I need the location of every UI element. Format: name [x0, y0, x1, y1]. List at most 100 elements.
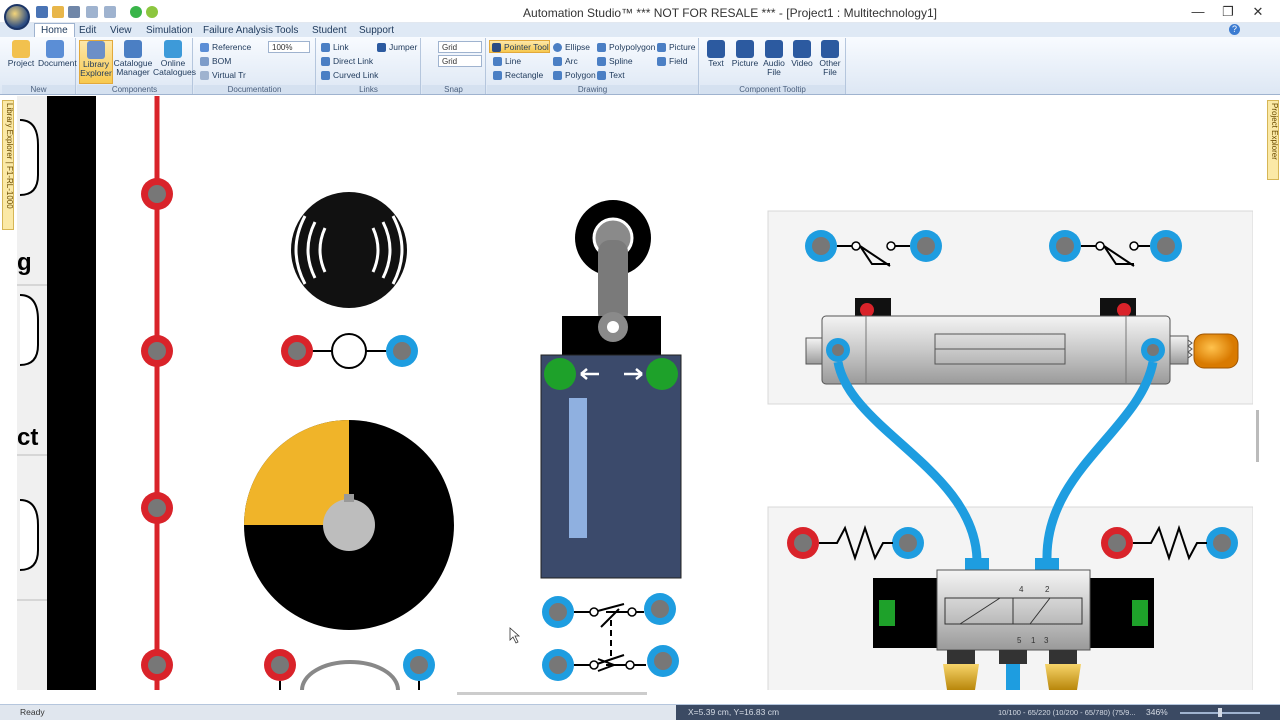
arc-button[interactable]: Arc [551, 55, 578, 68]
open-icon[interactable] [52, 6, 64, 18]
library-symbol-2[interactable] [19, 294, 39, 366]
curved-link-button[interactable]: Curved Link [319, 69, 378, 82]
scroll-thumb[interactable] [457, 692, 647, 695]
document-icon [46, 40, 64, 58]
group-title-component-tooltip: Component Tooltip [700, 85, 845, 94]
library-explorer-side-tab[interactable]: Library Explorer | F1-RL-1000 [2, 100, 14, 230]
project-explorer-side-tab[interactable]: Project Explorer [1267, 100, 1279, 180]
red-port[interactable] [141, 492, 173, 524]
red-port[interactable] [141, 178, 173, 210]
library-explorer-button[interactable]: Library Explorer [79, 40, 113, 84]
proximity-sensor[interactable] [291, 192, 407, 308]
mouse-cursor-icon [509, 627, 521, 644]
group-drawing: Pointer Tool Ellipse Polypolygon Picture… [487, 38, 699, 94]
limit-switch[interactable] [540, 200, 682, 579]
zoom-slider-thumb[interactable] [1218, 708, 1222, 717]
print-icon[interactable] [68, 6, 80, 18]
polygon-icon [553, 71, 562, 80]
line-button[interactable]: Line [491, 55, 521, 68]
undo-icon[interactable] [86, 6, 98, 18]
bottom-contact[interactable] [264, 649, 435, 690]
library-symbol-1[interactable] [19, 119, 39, 196]
tooltip-picture-button[interactable]: Picture [730, 40, 760, 84]
field-icon [657, 57, 666, 66]
catalogue-manager-button[interactable]: Catalogue Manager [113, 40, 153, 84]
document-button[interactable]: Document [38, 40, 77, 84]
link-icon [321, 43, 330, 52]
svg-text:5: 5 [1017, 636, 1022, 645]
tab-simulation[interactable]: Simulation [140, 24, 199, 37]
library-symbol-3[interactable] [19, 499, 39, 571]
group-components: Library Explorer Catalogue Manager Onlin… [77, 38, 197, 94]
polygon-button[interactable]: Polygon [551, 69, 596, 82]
link-button[interactable]: Link [319, 41, 349, 54]
virtual-icon [200, 71, 209, 80]
contact-element[interactable] [281, 333, 418, 369]
tooltip-other-file-button[interactable]: Other File [816, 40, 844, 84]
group-title-drawing: Drawing [487, 85, 698, 94]
pointer-tool-button[interactable]: Pointer Tool [489, 40, 550, 53]
ribbon-tabs: Home Edit View Simulation Failure Analys… [0, 23, 1280, 37]
rotary-selector[interactable] [244, 420, 454, 630]
bom-icon [200, 57, 209, 66]
app-logo-icon[interactable] [4, 4, 30, 30]
tab-failure-analysis[interactable]: Failure Analysis [197, 24, 279, 37]
project-button[interactable]: Project [4, 40, 38, 84]
ellipse-button[interactable]: Ellipse [551, 41, 590, 54]
direct-link-button[interactable]: Direct Link [319, 55, 373, 68]
run-simulation-icon[interactable] [130, 6, 142, 18]
minimize-button[interactable]: — [1184, 3, 1212, 20]
document-label: Document [38, 58, 77, 68]
status-zoom: 346% [1146, 707, 1168, 717]
online-catalogues-button[interactable]: Online Catalogues [153, 40, 197, 84]
line-icon [493, 57, 502, 66]
tab-view[interactable]: View [104, 24, 138, 37]
tooltip-video-button[interactable]: Video [788, 40, 816, 84]
tab-support[interactable]: Support [353, 24, 400, 37]
spline-button[interactable]: Spline [595, 55, 633, 68]
close-button[interactable]: ✕ [1244, 3, 1272, 20]
red-port[interactable] [141, 649, 173, 681]
picture-button[interactable]: Picture [655, 41, 695, 54]
tooltip-text-button[interactable]: Text [702, 40, 730, 84]
curved-link-icon [321, 71, 330, 80]
direct-link-icon [321, 57, 330, 66]
library-strip: g ct [17, 96, 47, 690]
virtual-button[interactable]: Virtual Tr [198, 69, 246, 82]
field-button[interactable]: Field [655, 55, 687, 68]
reference-button[interactable]: Reference [198, 41, 251, 54]
bom-button[interactable]: BOM [198, 55, 231, 68]
polypolygon-button[interactable]: Polypolygon [595, 41, 655, 54]
diagram-canvas[interactable]: g ct 4 2 5 1 3 [17, 96, 1253, 690]
limit-switch-contacts[interactable] [542, 593, 679, 681]
snap-grid-combo-2[interactable]: Grid [438, 55, 482, 67]
red-port[interactable] [141, 335, 173, 367]
jumper-button[interactable]: Jumper [375, 41, 417, 54]
maximize-button[interactable]: ❐ [1214, 3, 1242, 20]
svg-text:1: 1 [1031, 636, 1036, 645]
help-icon[interactable]: ? [1229, 24, 1240, 35]
spline-icon [597, 57, 606, 66]
zoom-combo[interactable]: 100% [268, 41, 310, 53]
tab-edit[interactable]: Edit [73, 24, 102, 37]
jumper-icon [377, 43, 386, 52]
horizontal-scrollbar[interactable] [17, 690, 1253, 698]
tab-student[interactable]: Student [306, 24, 352, 37]
picture-icon [657, 43, 666, 52]
vertical-scrollbar-thumb[interactable] [1256, 410, 1259, 462]
tab-home[interactable]: Home [34, 23, 75, 37]
rectangle-icon [493, 71, 502, 80]
video-icon [793, 40, 811, 58]
group-snap: Grid Grid Snap [422, 38, 486, 94]
online-catalogues-label: Online Catalogues [153, 58, 197, 77]
tab-tools[interactable]: Tools [269, 24, 304, 37]
tooltip-text-icon [707, 40, 725, 58]
redo-icon[interactable] [104, 6, 116, 18]
save-icon[interactable] [36, 6, 48, 18]
rectangle-button[interactable]: Rectangle [491, 69, 543, 82]
tooltip-audio-button[interactable]: Audio File [760, 40, 788, 84]
stop-simulation-icon[interactable] [146, 6, 158, 18]
library-explorer-label: Library Explorer [80, 59, 112, 78]
text-tool-button[interactable]: Text [595, 69, 625, 82]
snap-grid-combo-1[interactable]: Grid [438, 41, 482, 53]
